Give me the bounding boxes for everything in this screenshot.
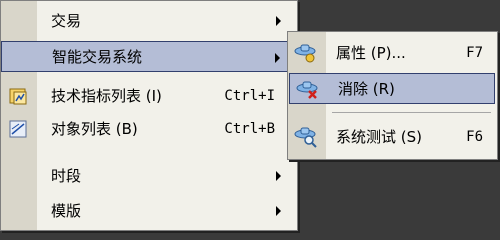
expert-remove-icon [295, 79, 321, 101]
submenu-arrow-icon [276, 206, 281, 216]
submenu-arrow-icon [276, 16, 281, 26]
menu-item-label: 智能交易系统 [52, 48, 143, 66]
menu-item-shortcut: Ctrl+B [224, 120, 275, 137]
menu-item-label: 交易 [51, 12, 82, 30]
menu-item-properties[interactable]: 属性 (P)... F7 [288, 37, 497, 68]
menu-item-indicators-list[interactable]: 技术指标列表 (I) Ctrl+I [1, 80, 297, 111]
menu-separator [332, 112, 491, 113]
menu-item-trading[interactable]: 交易 [1, 5, 297, 36]
menu-item-label: 模版 [51, 202, 82, 220]
menu-item-expert-advisors[interactable]: 智能交易系统 [1, 41, 297, 72]
menu-item-label: 时段 [51, 167, 82, 185]
menu-item-periodicity[interactable]: 时段 [1, 160, 297, 191]
indicator-list-icon [8, 86, 28, 106]
menu-item-shortcut: F7 [466, 44, 483, 61]
menu-item-shortcut: F6 [466, 128, 483, 145]
menu-item-remove[interactable]: 消除 (R) [289, 73, 495, 104]
submenu-arrow-icon [276, 171, 281, 181]
menu-item-label: 系统测试 (S) [336, 128, 422, 146]
menu-item-shortcut: Ctrl+I [224, 87, 275, 104]
expert-properties-icon [293, 42, 319, 64]
menu-item-strategy-tester[interactable]: 系统测试 (S) F6 [288, 121, 497, 152]
menu-item-label: 技术指标列表 (I) [51, 87, 162, 105]
menu-item-label: 对象列表 (B) [51, 120, 138, 138]
menu-item-label: 消除 (R) [338, 80, 395, 98]
menu-item-objects-list[interactable]: 对象列表 (B) Ctrl+B [1, 113, 297, 144]
object-list-icon [8, 119, 28, 139]
submenu-arrow-icon [275, 53, 280, 63]
chart-context-menu: 交易 智能交易系统 技术指标列表 (I) Ctrl+I 对象列表 (B) Ctr… [0, 0, 298, 231]
menu-item-template[interactable]: 模版 [1, 195, 297, 226]
menu-item-label: 属性 (P)... [336, 44, 406, 62]
expert-advisors-submenu: 属性 (P)... F7 消除 (R) 系统测试 (S) F6 [287, 31, 498, 160]
strategy-tester-icon [293, 126, 319, 148]
